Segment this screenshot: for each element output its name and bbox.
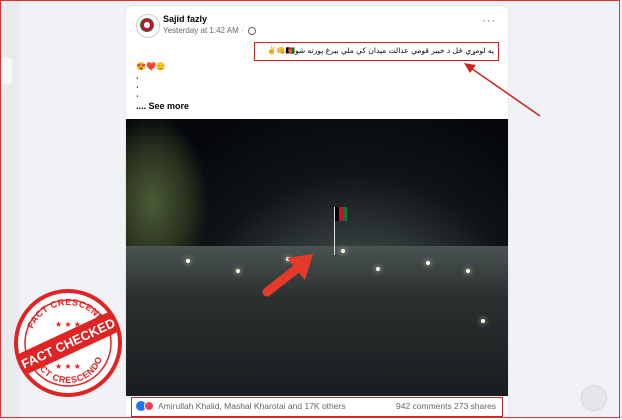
reactions-bar: Amirullah Khalid, Mashal Kharotai and 17… <box>126 396 508 420</box>
phone-light <box>426 261 430 265</box>
reactions-highlight-box: Amirullah Khalid, Mashal Kharotai and 17… <box>131 397 503 417</box>
afghan-flag-icon <box>335 207 347 221</box>
more-options-button[interactable]: ··· <box>482 15 496 27</box>
stamp-stars-icon: ★ ★ ★ <box>55 362 81 371</box>
tree-silhouette <box>126 119 206 259</box>
left-tab[interactable] <box>0 58 12 84</box>
post-photo[interactable] <box>126 119 508 396</box>
pointer-arrow-icon <box>464 63 541 117</box>
post-emoji-line: 😍❤️🫡 <box>136 62 166 71</box>
timestamp-text[interactable]: Yesterday at 1:42 AM <box>163 26 239 35</box>
phone-light <box>466 269 470 273</box>
post-text-line: ، <box>136 81 139 90</box>
red-arrow-icon <box>262 254 313 297</box>
author-avatar[interactable] <box>136 14 160 38</box>
stamp-stars-icon: ★ ★ ★ <box>55 320 81 329</box>
shares-count[interactable]: 273 shares <box>454 398 496 415</box>
phone-light <box>481 319 485 323</box>
see-more-link[interactable]: .... See more <box>136 101 189 111</box>
avatar-logo-icon <box>140 18 154 32</box>
phone-light <box>376 267 380 271</box>
phone-light <box>186 259 190 263</box>
floating-action-button[interactable] <box>582 386 606 410</box>
phone-light <box>341 249 345 253</box>
phone-light <box>236 269 240 273</box>
reaction-names[interactable]: Amirullah Khalid, Mashal Kharotai and 17… <box>158 398 346 415</box>
comments-count[interactable]: 942 comments <box>396 398 452 415</box>
post-text-line: ، <box>136 90 139 99</box>
globe-icon <box>247 26 256 35</box>
author-name[interactable]: Sajid fazly <box>163 14 207 24</box>
love-reaction-icon <box>144 401 154 411</box>
fact-checked-stamp: FACT CRESCENDO FACT CRESCENDO FACT CHECK… <box>14 289 122 397</box>
post-text-line: ، <box>136 72 139 81</box>
post-timestamp[interactable]: Yesterday at 1:42 AM · <box>163 26 256 35</box>
